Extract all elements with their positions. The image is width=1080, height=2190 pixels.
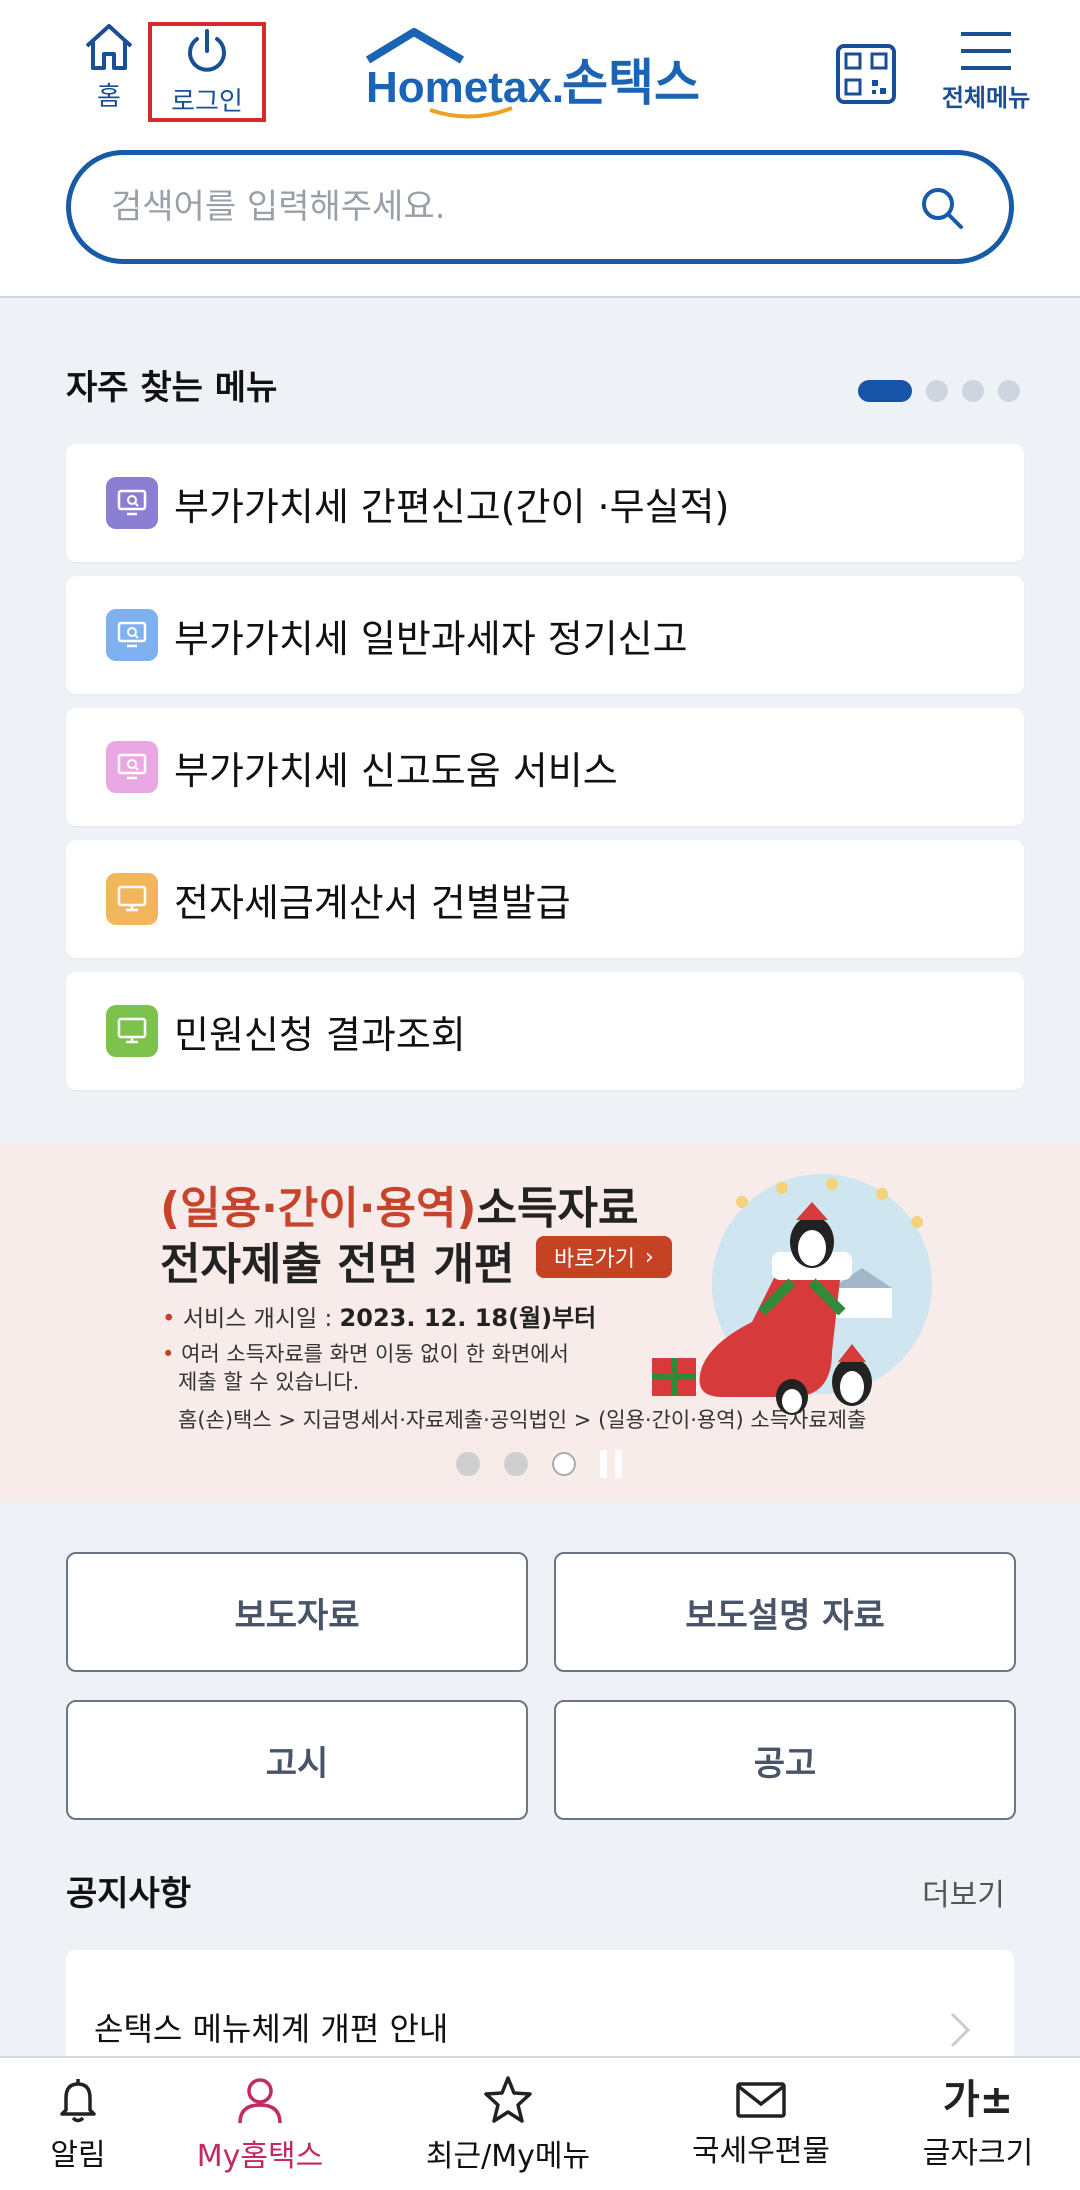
frequent-menu-label: 부가가치세 신고도움 서비스 bbox=[174, 748, 618, 793]
mail-icon bbox=[736, 2082, 786, 2118]
banner-headline-1: (일용·간이·용역)소득자료 bbox=[160, 1172, 638, 1236]
frequent-menu-label: 부가가치세 간편신고(간이 ·무실적) bbox=[174, 484, 730, 529]
notice-more-link[interactable]: 더보기 bbox=[922, 1870, 1005, 1914]
banner-description-2: 제출 할 수 있습니다. bbox=[178, 1370, 360, 1394]
logo-text-ko: 손택스 bbox=[562, 54, 700, 112]
nav-font-size[interactable]: 가± 글자크기 bbox=[908, 2058, 1048, 2190]
qr-code-icon bbox=[836, 44, 896, 104]
logo-graphic: Hometax. 손택스 bbox=[365, 28, 700, 119]
frequent-menu-label: 전자세금계산서 건별발급 bbox=[174, 880, 571, 925]
frequent-menu-list: 부가가치세 간편신고(간이 ·무실적) 부가가치세 일반과세자 정기신고 부가가… bbox=[66, 444, 1024, 1104]
hamburger-icon bbox=[961, 32, 1011, 70]
banner-highlight: (일용·간이·용역) bbox=[160, 1183, 477, 1234]
user-icon bbox=[238, 2078, 282, 2124]
bullet-icon: • bbox=[162, 1306, 183, 1332]
press-explanation-button[interactable]: 보도설명 자료 bbox=[554, 1552, 1016, 1672]
pager-dot[interactable] bbox=[926, 380, 948, 402]
banner-date-value: 2023. 12. 18(월)부터 bbox=[339, 1304, 597, 1332]
banner-service-date: • 서비스 개시일 : 2023. 12. 18(월)부터 bbox=[162, 1298, 596, 1333]
public-notice-button[interactable]: 고시 bbox=[66, 1700, 528, 1820]
search-icon[interactable] bbox=[919, 185, 965, 231]
font-size-icon: 가± bbox=[942, 2077, 1014, 2123]
nav-tax-mail-label: 국세우편물 bbox=[692, 2134, 830, 2169]
home-icon bbox=[85, 24, 133, 70]
frequent-menu-title: 자주 찾는 메뉴 bbox=[66, 368, 278, 408]
slide-dot[interactable] bbox=[456, 1452, 480, 1476]
monitor-icon bbox=[106, 1005, 158, 1057]
pager-dot-active[interactable] bbox=[858, 380, 912, 402]
nav-alarm[interactable]: 알림 bbox=[30, 2058, 126, 2190]
frequent-menu-item[interactable]: 부가가치세 신고도움 서비스 bbox=[66, 708, 1024, 826]
all-menu-button[interactable]: 전체메뉴 bbox=[938, 30, 1034, 113]
nav-alarm-label: 알림 bbox=[50, 2138, 106, 2173]
notice-section-title: 공지사항 bbox=[66, 1874, 192, 1914]
slide-dot[interactable] bbox=[504, 1452, 528, 1476]
banner-go-label: 바로가기 bbox=[554, 1247, 635, 1272]
search-monitor-icon bbox=[106, 477, 158, 529]
frequent-menu-label: 민원신청 결과조회 bbox=[174, 1012, 466, 1057]
nav-tax-mail[interactable]: 국세우편물 bbox=[686, 2058, 836, 2190]
star-icon bbox=[484, 2076, 532, 2123]
press-release-button[interactable]: 보도자료 bbox=[66, 1552, 528, 1672]
banner-description-1: 여러 소득자료를 화면 이동 없이 한 화면에서 bbox=[181, 1342, 569, 1366]
frequent-menu-item[interactable]: 부가가치세 간편신고(간이 ·무실적) bbox=[66, 444, 1024, 562]
slide-dot-current[interactable] bbox=[552, 1452, 576, 1476]
frequent-menu-item[interactable]: 전자세금계산서 건별발급 bbox=[66, 840, 1024, 958]
nav-my-hometax-label: My홈택스 bbox=[196, 2139, 324, 2174]
banner-headline-1-rest: 소득자료 bbox=[476, 1183, 639, 1234]
login-button[interactable]: 로그인 bbox=[148, 22, 266, 122]
pause-icon[interactable] bbox=[600, 1450, 622, 1478]
bell-icon bbox=[60, 2079, 96, 2123]
frequent-menu-item[interactable]: 부가가치세 일반과세자 정기신고 bbox=[66, 576, 1024, 694]
search-bar[interactable] bbox=[66, 150, 1014, 264]
promo-banner[interactable]: (일용·간이·용역)소득자료 전자제출 전면 개편 바로가기 › • 서비스 개… bbox=[0, 1142, 1080, 1502]
frequent-menu-item[interactable]: 민원신청 결과조회 bbox=[66, 972, 1024, 1090]
bottom-navigation: 알림 My홈택스 최근/My메뉴 국세우편물 가± 글자크기 bbox=[0, 2056, 1080, 2190]
nav-font-size-label: 글자크기 bbox=[922, 2136, 1034, 2171]
search-monitor-icon bbox=[106, 741, 158, 793]
banner-date-prefix: 서비스 개시일 : bbox=[182, 1306, 340, 1332]
chevron-right-icon bbox=[950, 2012, 971, 2048]
hometax-logo[interactable]: Hometax. 손택스 bbox=[362, 28, 722, 124]
all-menu-label: 전체메뉴 bbox=[941, 84, 1031, 112]
christmas-boot-illustration bbox=[652, 1174, 932, 1415]
frequent-menu-pager[interactable] bbox=[858, 380, 1020, 402]
pager-dot[interactable] bbox=[962, 380, 984, 402]
power-icon bbox=[188, 28, 226, 72]
notice-item-text: 손택스 메뉴체계 개편 안내 bbox=[94, 2010, 449, 2048]
monitor-icon bbox=[106, 873, 158, 925]
nav-recent-my-menu-label: 최근/My메뉴 bbox=[425, 2139, 591, 2174]
login-label: 로그인 bbox=[171, 86, 243, 117]
nav-my-hometax[interactable]: My홈택스 bbox=[190, 2058, 330, 2190]
home-label: 홈 bbox=[97, 82, 121, 112]
announcement-button[interactable]: 공고 bbox=[554, 1700, 1016, 1820]
bullet-icon: • bbox=[162, 1342, 182, 1366]
search-input[interactable] bbox=[111, 177, 891, 237]
banner-description: • 여러 소득자료를 화면 이동 없이 한 화면에서 bbox=[162, 1338, 569, 1368]
nav-recent-my-menu[interactable]: 최근/My메뉴 bbox=[420, 2058, 596, 2190]
home-button[interactable]: 홈 bbox=[78, 22, 140, 113]
banner-headline-2: 전자제출 전면 개편 bbox=[160, 1239, 515, 1290]
banner-slide-controls bbox=[456, 1450, 622, 1478]
logo-text-en: Hometax. bbox=[366, 63, 564, 112]
frequent-menu-label: 부가가치세 일반과세자 정기신고 bbox=[174, 616, 688, 661]
qr-code-button[interactable] bbox=[836, 44, 896, 104]
app-header: 홈 로그인 Hometax. 손택스 전체메뉴 검색어를 입력해주세요. bbox=[0, 0, 1080, 298]
pager-dot[interactable] bbox=[998, 380, 1020, 402]
search-monitor-icon bbox=[106, 609, 158, 661]
